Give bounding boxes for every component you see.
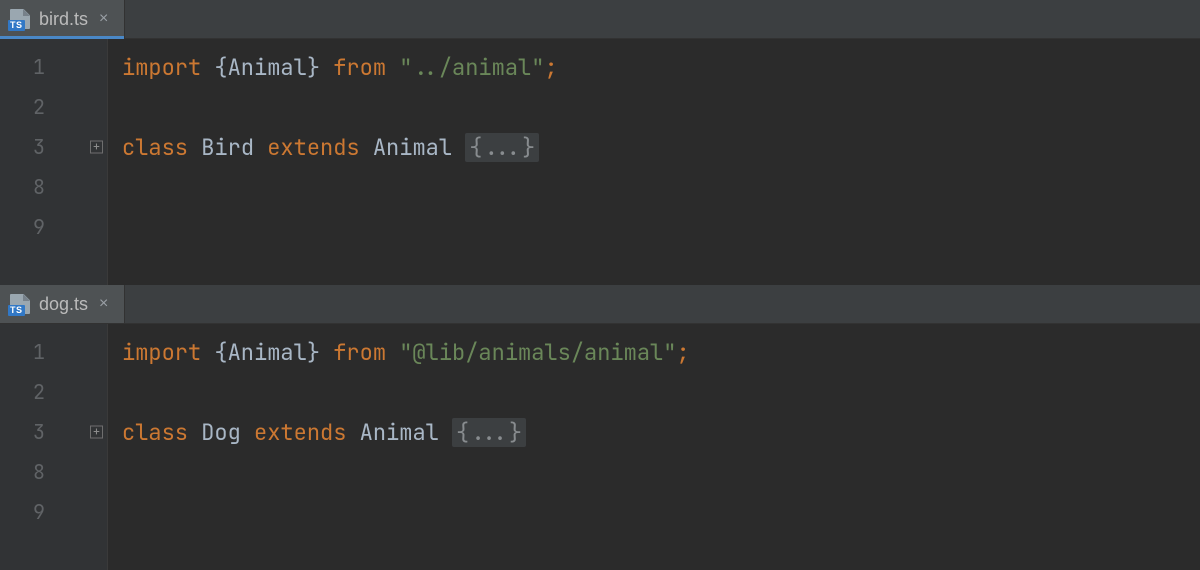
fold-expand-icon[interactable]: + bbox=[90, 141, 103, 154]
line-number: 8 bbox=[0, 167, 107, 207]
code-line bbox=[122, 87, 1200, 127]
line-number: 9 bbox=[0, 492, 107, 532]
line-number: 2 bbox=[0, 87, 107, 127]
folded-code-region[interactable]: {...} bbox=[452, 418, 526, 447]
gutter: 1 2 3 + 8 9 bbox=[0, 39, 108, 285]
line-number: 3 + bbox=[0, 412, 107, 452]
line-number: 2 bbox=[0, 372, 107, 412]
typescript-file-icon: TS bbox=[10, 9, 30, 29]
code-editor[interactable]: 1 2 3 + 8 9 import {Animal} from "@lib/a… bbox=[0, 324, 1200, 570]
code-line: import {Animal} from "../animal"; bbox=[122, 47, 1200, 87]
close-icon[interactable]: × bbox=[97, 11, 110, 27]
code-editor[interactable]: 1 2 3 + 8 9 import {Animal} from "../ani… bbox=[0, 39, 1200, 285]
typescript-file-icon: TS bbox=[10, 294, 30, 314]
editor-pane-bottom: TS dog.ts × 1 2 3 + 8 9 import {Animal} … bbox=[0, 285, 1200, 570]
code-area[interactable]: import {Animal} from "@lib/animals/anima… bbox=[108, 324, 1200, 570]
code-line: class Bird extends Animal {...} bbox=[122, 127, 1200, 167]
code-area[interactable]: import {Animal} from "../animal"; class … bbox=[108, 39, 1200, 285]
fold-expand-icon[interactable]: + bbox=[90, 426, 103, 439]
tab-bar: TS bird.ts × bbox=[0, 0, 1200, 39]
line-number: 8 bbox=[0, 452, 107, 492]
tab-filename: dog.ts bbox=[39, 294, 88, 315]
line-number: 1 bbox=[0, 47, 107, 87]
line-number: 3 + bbox=[0, 127, 107, 167]
tab-filename: bird.ts bbox=[39, 9, 88, 30]
code-line: import {Animal} from "@lib/animals/anima… bbox=[122, 332, 1200, 372]
tab-bar: TS dog.ts × bbox=[0, 285, 1200, 324]
code-line bbox=[122, 372, 1200, 412]
code-line: class Dog extends Animal {...} bbox=[122, 412, 1200, 452]
code-line bbox=[122, 452, 1200, 492]
code-line bbox=[122, 207, 1200, 247]
code-line bbox=[122, 167, 1200, 207]
code-line bbox=[122, 492, 1200, 532]
file-tab-bird[interactable]: TS bird.ts × bbox=[0, 0, 125, 38]
folded-code-region[interactable]: {...} bbox=[465, 133, 539, 162]
close-icon[interactable]: × bbox=[97, 296, 110, 312]
gutter: 1 2 3 + 8 9 bbox=[0, 324, 108, 570]
line-number: 9 bbox=[0, 207, 107, 247]
line-number: 1 bbox=[0, 332, 107, 372]
editor-pane-top: TS bird.ts × 1 2 3 + 8 9 import {Animal}… bbox=[0, 0, 1200, 285]
file-tab-dog[interactable]: TS dog.ts × bbox=[0, 285, 125, 323]
